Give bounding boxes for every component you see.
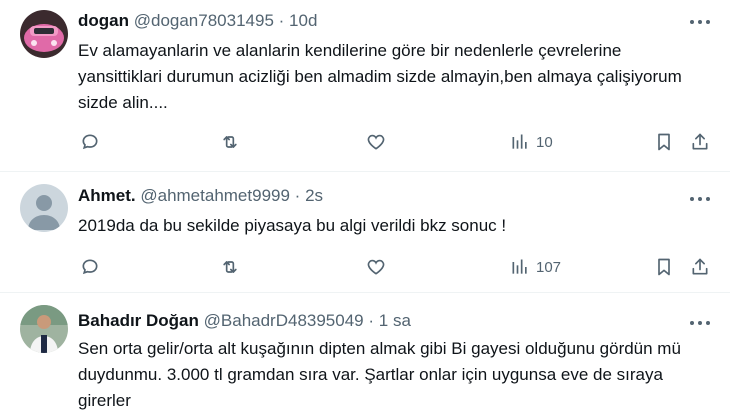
author-name[interactable]: Ahmet. [78,186,136,205]
reply-button[interactable] [80,130,100,154]
bookmark-icon [658,258,670,276]
reply-icon [82,259,98,275]
retweet-button[interactable] [220,130,240,154]
timestamp[interactable]: 10d [289,11,317,30]
views-button[interactable]: 10 [510,130,553,154]
views-count: 107 [536,258,562,276]
action-bar: 10 [78,130,716,154]
separator: · [278,11,285,30]
separator: · [294,186,301,205]
avatar[interactable] [20,305,68,353]
tweet[interactable]: dogan @dogan78031495 · 10d Ev alamayanla… [0,0,730,172]
more-icon[interactable] [688,189,712,209]
bookmark-icon [658,133,670,151]
tweet-header: dogan @dogan78031495 · 10d [78,10,670,32]
more-icon[interactable] [688,12,712,32]
share-button[interactable] [690,130,710,154]
author-handle[interactable]: @BahadrD48395049 [204,311,364,330]
retweet-icon [223,136,237,148]
heart-icon [367,134,385,150]
tweet[interactable]: Bahadır Doğan @BahadrD48395049 · 1 sa Se… [0,293,730,420]
tweet-text: Ev alamayanlarin ve alanlarin kendilerin… [78,41,682,112]
heart-icon [367,259,385,275]
tweet-text: Sen orta gelir/orta alt kuşağının dipten… [78,339,681,410]
views-count: 10 [536,133,553,151]
retweet-icon [223,261,237,273]
bookmark-button[interactable] [654,130,674,154]
timestamp[interactable]: 1 sa [379,311,411,330]
author-name[interactable]: dogan [78,11,129,30]
avatar[interactable] [20,184,68,232]
reply-icon [82,134,98,150]
tweet-header: Ahmet. @ahmetahmet9999 · 2s [78,185,670,207]
bookmark-button[interactable] [654,255,674,279]
share-button[interactable] [690,255,710,279]
views-icon [512,134,527,149]
tweet-text: 2019da da bu sekilde piyasaya bu algi ve… [78,216,507,235]
retweet-button[interactable] [220,255,240,279]
share-icon [692,258,708,275]
reply-button[interactable] [80,255,100,279]
views-icon [512,259,527,274]
like-button[interactable] [366,130,386,154]
tweet-header: Bahadır Doğan @BahadrD48395049 · 1 sa [78,310,670,332]
tweet[interactable]: Ahmet. @ahmetahmet9999 · 2s 2019da da bu… [0,172,730,293]
share-icon [692,133,708,150]
action-bar: 107 [78,255,716,279]
author-handle[interactable]: @ahmetahmet9999 [140,186,290,205]
timestamp[interactable]: 2s [305,186,323,205]
more-icon[interactable] [688,313,712,333]
like-button[interactable] [366,255,386,279]
separator: · [368,311,375,330]
author-handle[interactable]: @dogan78031495 [134,11,274,30]
author-name[interactable]: Bahadır Doğan [78,311,199,330]
avatar[interactable] [20,10,68,58]
views-button[interactable]: 107 [510,255,561,279]
